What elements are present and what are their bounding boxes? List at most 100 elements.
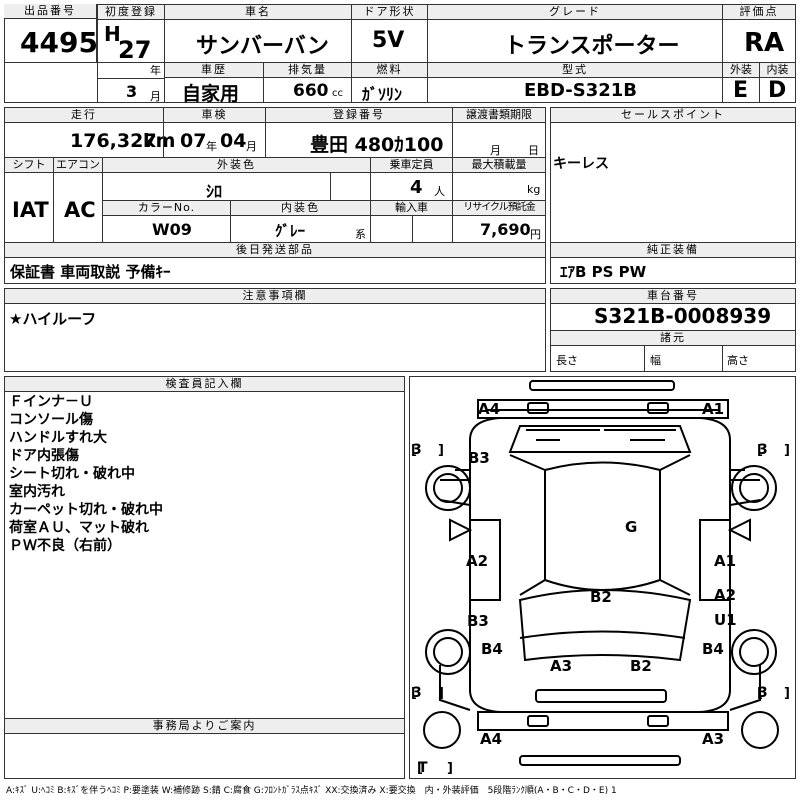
inspection-month-unit: 月 bbox=[246, 140, 257, 153]
max-load-unit: kg bbox=[527, 183, 541, 196]
interior-color-label: 内装色 bbox=[231, 201, 370, 216]
mark-a1-right: A1 bbox=[714, 552, 736, 570]
mark-a3-center: A3 bbox=[550, 657, 572, 675]
ac-label: エアコン bbox=[54, 158, 102, 173]
mark-b4-right: B4 bbox=[702, 640, 724, 658]
office-notice-label: 事務局よりご案内 bbox=[5, 719, 404, 734]
color-number: W09 bbox=[152, 220, 192, 239]
selling-point-section bbox=[550, 107, 796, 243]
car-name: サンバーバン bbox=[196, 34, 329, 59]
notes-label: 注意事項欄 bbox=[5, 289, 545, 304]
grade: トランスポーター bbox=[504, 34, 680, 59]
legend: A:ｷｽﾞ U:ﾍｺﾐ B:ｷｽﾞを伴うﾍｺﾐ P:要塗装 W:補修跡 S:錆 … bbox=[6, 786, 617, 796]
capacity-label: 乗車定員 bbox=[371, 158, 452, 173]
svg-text:]: ] bbox=[784, 443, 790, 458]
plate-number: 豊田 480ｶ100 bbox=[310, 134, 444, 156]
inspector-line: シート切れ・破れ中 bbox=[9, 466, 135, 482]
mark-b4-left: B4 bbox=[481, 640, 503, 658]
model-label: 型式 bbox=[428, 63, 722, 78]
fuel-label: 燃料 bbox=[352, 63, 427, 78]
interior-color-unit: 系 bbox=[355, 228, 366, 241]
svg-text:]: ] bbox=[784, 686, 790, 701]
recycle-fee-unit: 円 bbox=[530, 228, 541, 241]
lot-number-cell: 出品番号 4495 bbox=[4, 4, 98, 62]
inspector-line: ドア内張傷 bbox=[9, 448, 79, 464]
reg-month-unit: 月 bbox=[150, 90, 161, 103]
spec-length: 長さ bbox=[556, 354, 578, 367]
mileage-unit: km bbox=[143, 130, 176, 152]
plate-label: 登録番号 bbox=[266, 108, 452, 123]
mark-a4-front: A4 bbox=[478, 400, 500, 418]
lot-number-label: 出品番号 bbox=[4, 4, 96, 19]
svg-text:]: ] bbox=[438, 686, 444, 701]
capacity: 4 bbox=[410, 177, 423, 198]
inspector-label: 検査員記入欄 bbox=[5, 377, 404, 392]
displacement-label: 排気量 bbox=[264, 63, 351, 78]
inspection-year: 07 bbox=[180, 130, 207, 152]
color-number-label: カラーNo. bbox=[103, 201, 230, 216]
inspector-line: ＰＷ不良（右前） bbox=[9, 538, 121, 554]
spec-height: 高さ bbox=[727, 354, 749, 367]
score-label: 評価点 bbox=[723, 5, 795, 20]
door-type: 5V bbox=[372, 28, 405, 53]
inspector-line: カーペット切れ・破れ中 bbox=[9, 502, 163, 518]
mileage-label: 走行 bbox=[5, 108, 163, 123]
history: 自家用 bbox=[182, 83, 240, 105]
max-load-label: 最大積載量 bbox=[453, 158, 545, 173]
mark-a1-front: A1 bbox=[702, 400, 724, 418]
inspector-line: ハンドルすれ大 bbox=[9, 430, 107, 446]
mark-b3-lower: B3 bbox=[467, 612, 489, 630]
later-parts-label: 後日発送部品 bbox=[5, 243, 545, 258]
interior-grade-label: 内装 bbox=[760, 63, 795, 78]
reg-year: 27 bbox=[118, 36, 152, 64]
notes-text: ★ハイルーフ bbox=[9, 310, 97, 328]
exterior-grade: E bbox=[733, 78, 749, 103]
selling-point: キーレス bbox=[553, 156, 609, 172]
mark-a4-rear: A4 bbox=[480, 730, 502, 748]
svg-text:]: ] bbox=[438, 443, 444, 458]
svg-text:]: ] bbox=[447, 761, 453, 776]
transfer-deadline-label: 譲渡書類期限 bbox=[453, 108, 545, 123]
genuine-equipment-label: 純正装備 bbox=[551, 243, 795, 258]
mark-b2-lower: B2 bbox=[630, 657, 652, 675]
mark-a2-left: A2 bbox=[466, 552, 488, 570]
displacement-unit: cc bbox=[332, 88, 343, 99]
exterior-color-label: 外装色 bbox=[103, 158, 370, 173]
svg-text:[: [ bbox=[411, 443, 417, 458]
mark-g: G bbox=[625, 518, 637, 536]
recycle-fee-label: リサイクル預託金 bbox=[453, 201, 545, 216]
shift-label: シフト bbox=[5, 158, 53, 173]
mark-b3-upper: B3 bbox=[468, 449, 490, 467]
transfer-month: 月 bbox=[490, 144, 501, 157]
inspection-label: 車検 bbox=[164, 108, 265, 123]
lot-number: 4495 bbox=[20, 26, 98, 59]
ac: AC bbox=[64, 198, 96, 222]
mark-a3-rear: A3 bbox=[702, 730, 724, 748]
chassis-number: S321B-0008939 bbox=[594, 304, 772, 328]
spec-label: 諸元 bbox=[551, 331, 795, 346]
fuel: ｶﾞｿﾘﾝ bbox=[362, 85, 403, 104]
inspector-notes: Ｆインナ－Ｕ コンソール傷 ハンドルすれ大 ドア内張傷 シート切れ・破れ中 室内… bbox=[9, 393, 163, 555]
exterior-color: ｼﾛ bbox=[206, 182, 223, 201]
interior-color: ｸﾞﾚｰ bbox=[275, 222, 306, 240]
svg-text:[: [ bbox=[411, 686, 417, 701]
inspector-line: Ｆインナ－Ｕ bbox=[9, 394, 93, 410]
reg-month: 3 bbox=[126, 82, 138, 101]
door-label: ドア形状 bbox=[352, 5, 427, 20]
spec-width: 幅 bbox=[650, 354, 661, 367]
mark-b2-center: B2 bbox=[590, 588, 612, 606]
svg-text:[: [ bbox=[417, 761, 423, 776]
model-code: EBD-S321B bbox=[524, 80, 638, 101]
inspector-line: コンソール傷 bbox=[9, 412, 93, 428]
mark-u1: U1 bbox=[714, 611, 737, 629]
inspection-month: 04 bbox=[220, 130, 247, 152]
recycle-fee: 7,690 bbox=[480, 220, 531, 239]
exterior-grade-label: 外装 bbox=[723, 63, 759, 78]
displacement: 660 bbox=[293, 81, 329, 101]
later-parts: 保証書 車両取説 予備ｷｰ bbox=[10, 263, 171, 281]
svg-text:[: [ bbox=[757, 686, 763, 701]
car-name-label: 車名 bbox=[165, 5, 351, 20]
inspector-line: 荷室ＡＵ、マット破れ bbox=[9, 520, 149, 536]
inspector-line: 室内汚れ bbox=[9, 484, 65, 500]
mark-a2-right: A2 bbox=[714, 586, 736, 604]
